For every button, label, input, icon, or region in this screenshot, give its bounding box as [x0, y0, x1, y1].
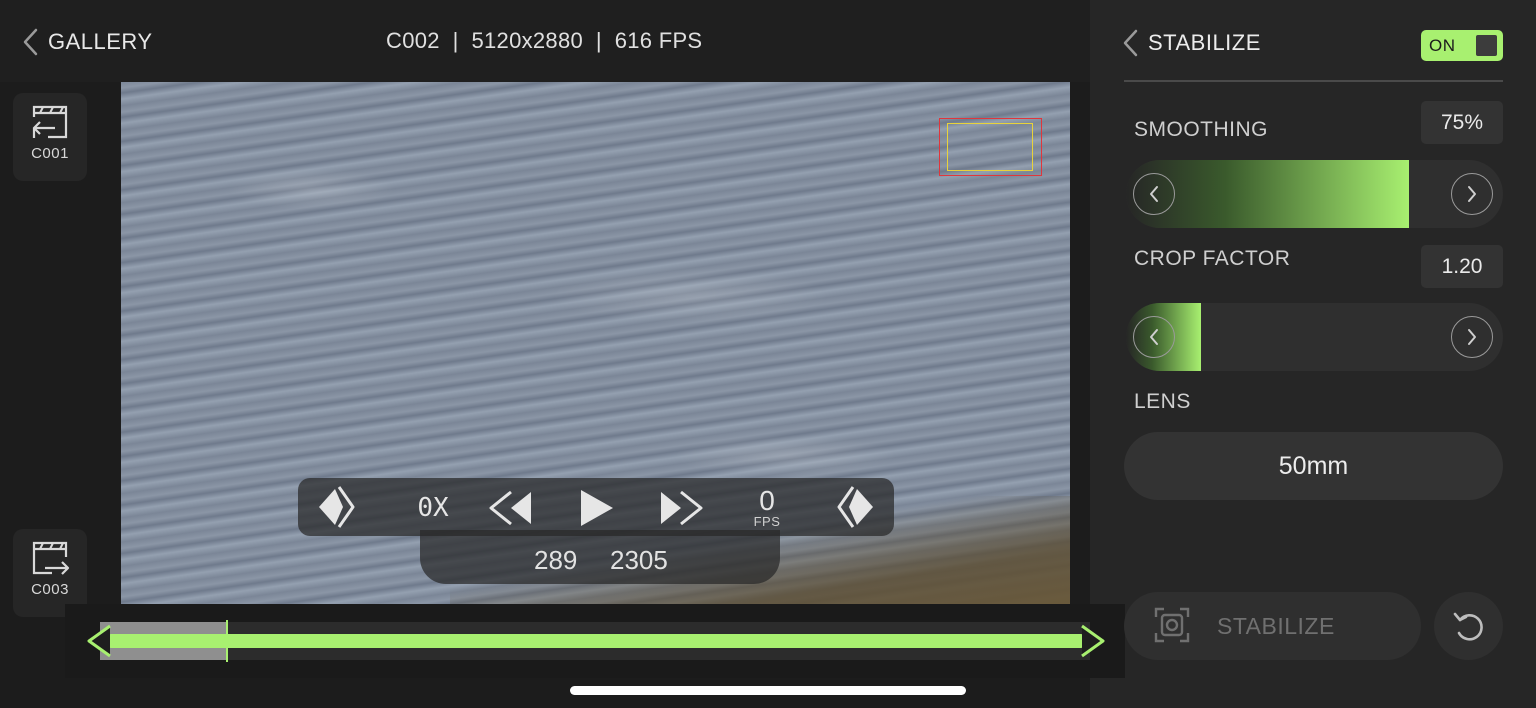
- chevron-left-icon: [23, 28, 38, 56]
- rewind-icon: [489, 490, 531, 526]
- fast-forward-icon: [661, 490, 703, 526]
- crop-factor-increase-button[interactable]: [1451, 316, 1493, 358]
- timeline-trim-range[interactable]: [108, 634, 1084, 648]
- previous-clip-button[interactable]: C001: [13, 93, 87, 181]
- clip-info: C002 | 5120x2880 | 616 FPS: [386, 28, 703, 53]
- stabilize-button-label: STABILIZE: [1217, 613, 1335, 639]
- play-button[interactable]: [574, 486, 618, 530]
- clip-next-icon: [32, 541, 70, 575]
- frame-range-panel: [420, 530, 780, 584]
- stabilize-button[interactable]: STABILIZE: [1124, 592, 1421, 660]
- lens-selector[interactable]: 50mm: [1124, 432, 1503, 500]
- reset-button[interactable]: [1434, 592, 1503, 660]
- crop-factor-value[interactable]: 1.20: [1421, 245, 1503, 288]
- mark-in-icon: [319, 486, 355, 528]
- previous-clip-label: C001: [31, 145, 69, 162]
- chevron-right-icon: [1468, 329, 1476, 345]
- fps-value: 0: [759, 484, 775, 516]
- play-icon: [581, 490, 613, 526]
- stabilize-toggle[interactable]: ON: [1421, 30, 1503, 61]
- stabilize-back-button[interactable]: STABILIZE: [1122, 28, 1261, 58]
- smoothing-decrease-button[interactable]: [1133, 173, 1175, 215]
- smoothing-slider[interactable]: [1126, 160, 1503, 228]
- panel-divider: [1124, 80, 1503, 82]
- mark-in-button[interactable]: [312, 484, 366, 530]
- panel-title: STABILIZE: [1148, 30, 1261, 55]
- chevron-left-icon: [1123, 29, 1138, 57]
- toggle-knob: [1476, 35, 1497, 56]
- crop-factor-label: CROP FACTOR: [1134, 247, 1291, 270]
- playhead[interactable]: [226, 620, 228, 662]
- out-frame-number[interactable]: 2305: [610, 545, 668, 576]
- top-bar: GALLERY C002 | 5120x2880 | 616 FPS: [0, 0, 1090, 82]
- in-frame-number[interactable]: 289: [534, 545, 577, 576]
- rewind-button[interactable]: [486, 487, 536, 529]
- home-indicator[interactable]: [570, 686, 966, 695]
- gallery-back-button[interactable]: GALLERY: [22, 24, 153, 60]
- smoothing-label: SMOOTHING: [1134, 118, 1268, 141]
- chevron-left-icon: [1150, 329, 1158, 345]
- clip-previous-icon: [32, 105, 68, 139]
- tracking-region-outer[interactable]: [939, 118, 1042, 176]
- gallery-back-label: GALLERY: [48, 29, 153, 54]
- smoothing-increase-button[interactable]: [1451, 173, 1493, 215]
- stabilize-frame-icon: [1154, 607, 1190, 643]
- crop-factor-slider[interactable]: [1126, 303, 1503, 371]
- reset-icon: [1453, 612, 1483, 641]
- fps-unit: FPS: [753, 513, 781, 529]
- tracking-region-inner[interactable]: [947, 123, 1033, 171]
- fast-forward-button[interactable]: [656, 487, 706, 529]
- mark-out-button[interactable]: [826, 484, 880, 530]
- toggle-label: ON: [1429, 36, 1456, 55]
- chevron-right-icon: [1468, 186, 1476, 202]
- smoothing-value[interactable]: 75%: [1421, 101, 1503, 144]
- playback-speed[interactable]: 0X: [406, 490, 460, 526]
- trim-end-handle[interactable]: [1076, 624, 1106, 658]
- mark-out-icon: [837, 486, 873, 528]
- crop-factor-decrease-button[interactable]: [1133, 316, 1175, 358]
- lens-label: LENS: [1134, 390, 1191, 413]
- fps-display[interactable]: 0 FPS: [742, 484, 792, 532]
- trim-start-handle[interactable]: [86, 624, 116, 658]
- next-clip-label: C003: [31, 581, 69, 598]
- chevron-left-icon: [1150, 186, 1158, 202]
